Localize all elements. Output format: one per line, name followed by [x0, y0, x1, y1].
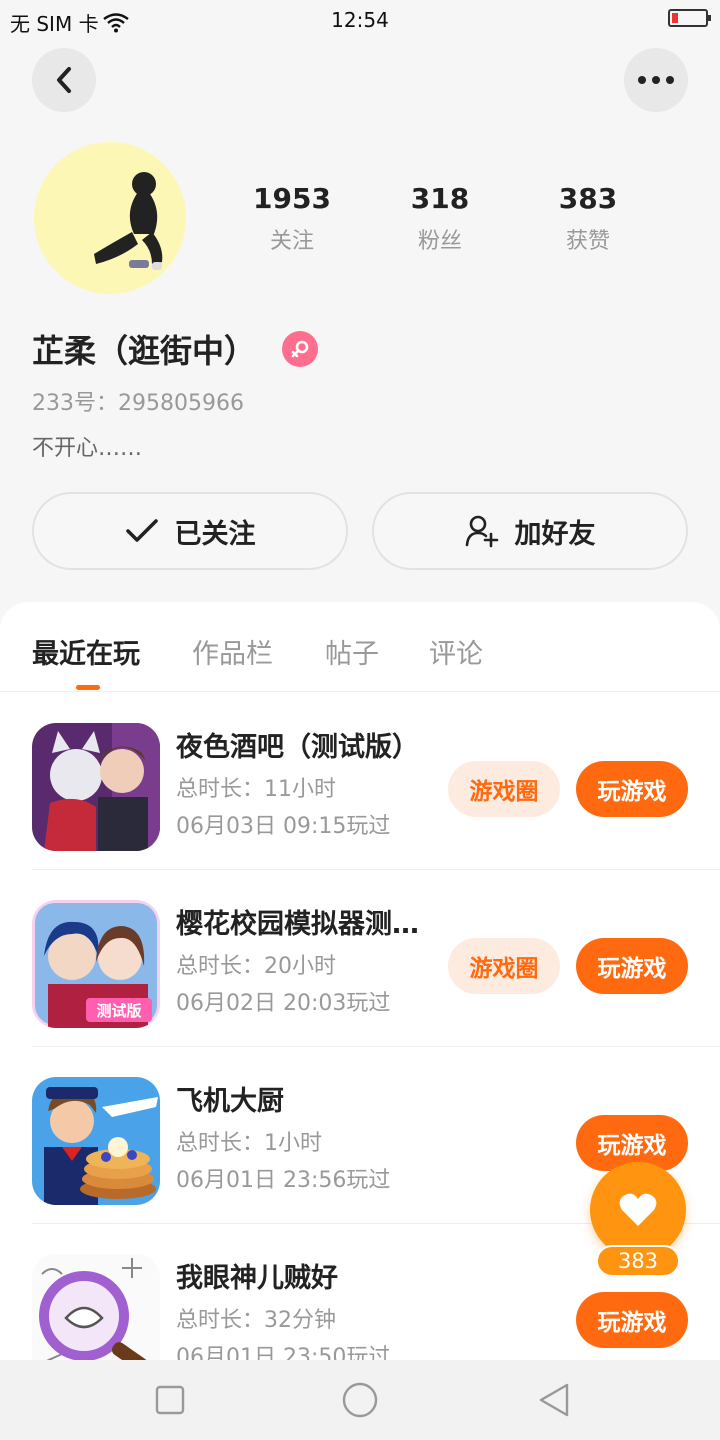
game-icon[interactable] — [32, 1077, 160, 1205]
add-user-icon — [465, 515, 498, 548]
stat-fans[interactable]: 318 粉丝 — [366, 182, 514, 255]
game-title: 夜色酒吧（测试版） — [176, 732, 419, 763]
back-button[interactable] — [32, 48, 96, 112]
battery-icon — [668, 9, 711, 27]
user-bio: 不开心…… — [32, 436, 143, 461]
username: 芷柔（逛街中） — [32, 332, 257, 370]
game-icon[interactable] — [32, 1254, 160, 1362]
add-friend-label: 加好友 — [514, 518, 596, 550]
game-title: 飞机大厨 — [176, 1086, 284, 1117]
game-title: 樱花校园模拟器测试版 — [176, 909, 431, 940]
female-gender-icon — [282, 331, 319, 367]
play-game-button[interactable]: 玩游戏 — [576, 938, 688, 994]
username-row: 芷柔（逛街中） — [32, 326, 319, 372]
game-circle-button[interactable]: 游戏圈 — [448, 761, 560, 817]
stat-value: 1953 — [253, 182, 331, 215]
tab-comments[interactable]: 评论 — [429, 632, 483, 671]
stat-value: 318 — [410, 182, 470, 215]
more-button[interactable] — [624, 48, 688, 112]
followed-button[interactable]: 已关注 — [32, 492, 348, 570]
stat-value: 383 — [558, 182, 618, 215]
game-icon[interactable]: 测试版 — [32, 900, 160, 1028]
avatar-figure-icon — [94, 172, 163, 270]
game-duration: 总时长：1小时 — [176, 1131, 322, 1156]
play-game-button[interactable]: 玩游戏 — [576, 761, 688, 817]
game-duration: 总时长：32分钟 — [176, 1308, 336, 1333]
tab-bar: 最近在玩 作品栏 帖子 评论 — [0, 602, 720, 692]
game-row[interactable]: 测试版 樱花校园模拟器测试版 总时长：20小时 06月02日 20:03玩过 游… — [32, 870, 720, 1047]
game-row[interactable]: 夜色酒吧（测试版） 总时长：11小时 06月03日 09:15玩过 游戏圈 玩游… — [32, 693, 720, 870]
tab-recent-play[interactable]: 最近在玩 — [32, 632, 140, 671]
square-icon — [155, 1385, 185, 1415]
test-version-badge: 测试版 — [96, 1002, 141, 1020]
play-game-button[interactable]: 玩游戏 — [576, 1292, 688, 1348]
status-time: 12:54 — [331, 8, 389, 32]
heart-icon — [619, 1193, 657, 1226]
user-id: 233号：295805966 — [32, 391, 244, 416]
circle-icon — [342, 1382, 378, 1418]
followed-label: 已关注 — [174, 518, 256, 550]
tab-indicator — [76, 685, 100, 690]
game-circle-button[interactable]: 游戏圈 — [448, 938, 560, 994]
triangle-back-icon — [539, 1383, 569, 1417]
stat-following[interactable]: 1953 关注 — [218, 182, 366, 255]
home-button[interactable] — [342, 1382, 378, 1418]
tab-posts[interactable]: 帖子 — [325, 632, 379, 671]
like-count: 383 — [596, 1245, 680, 1277]
avatar[interactable] — [34, 142, 186, 294]
game-last-played: 06月03日 09:15玩过 — [176, 814, 391, 839]
chevron-left-icon — [57, 67, 71, 93]
stat-likes[interactable]: 383 获赞 — [514, 182, 662, 255]
check-icon — [125, 519, 158, 542]
system-back-button[interactable] — [536, 1382, 572, 1418]
profile-stats: 1953 关注 318 粉丝 383 获赞 — [218, 182, 662, 255]
game-icon[interactable] — [32, 723, 160, 851]
system-nav-bar — [0, 1360, 720, 1440]
more-dots-icon — [638, 76, 674, 84]
game-duration: 总时长：11小时 — [176, 777, 336, 802]
status-bar: 无 SIM 卡 12:54 — [0, 0, 720, 40]
stat-label: 关注 — [269, 229, 314, 254]
like-button[interactable] — [590, 1162, 686, 1258]
game-title: 我眼神儿贼好 — [176, 1263, 338, 1294]
stat-label: 粉丝 — [417, 229, 462, 254]
recent-apps-button[interactable] — [152, 1382, 188, 1418]
game-duration: 总时长：20小时 — [176, 954, 336, 979]
game-last-played: 06月02日 20:03玩过 — [176, 991, 391, 1016]
stat-label: 获赞 — [565, 229, 610, 254]
tab-works[interactable]: 作品栏 — [192, 632, 273, 671]
add-friend-button[interactable]: 加好友 — [372, 492, 688, 570]
game-last-played: 06月01日 23:50玩过 — [176, 1345, 391, 1362]
game-last-played: 06月01日 23:56玩过 — [176, 1168, 391, 1193]
